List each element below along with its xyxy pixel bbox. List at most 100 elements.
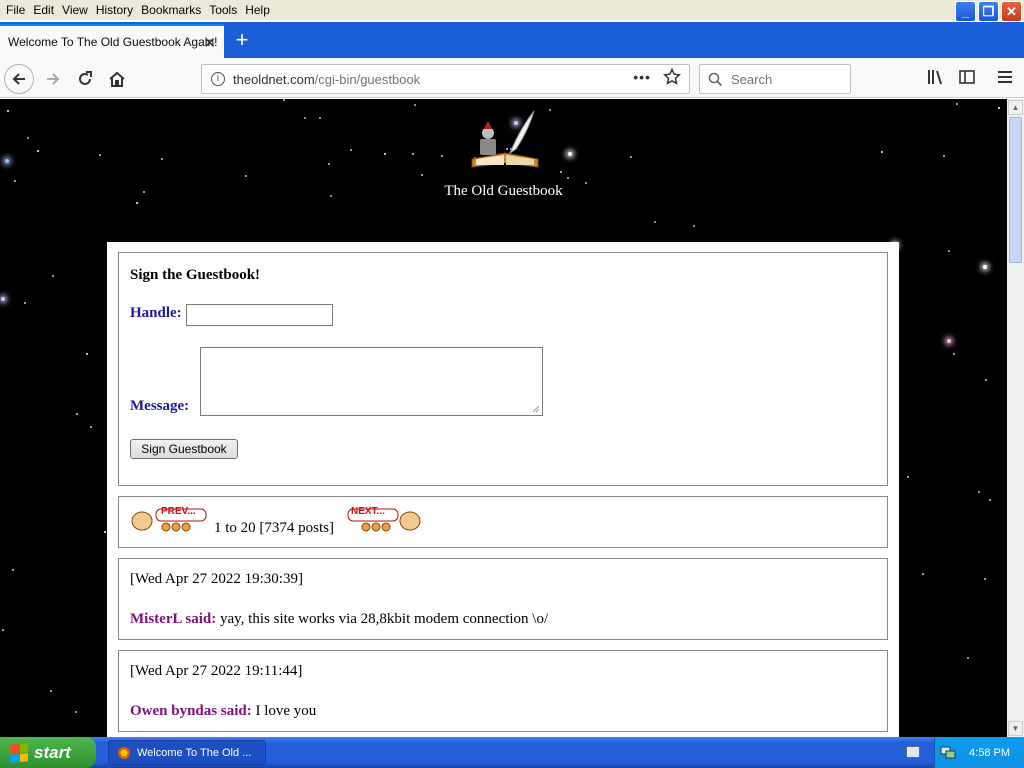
handle-label: Handle:: [130, 305, 182, 321]
forward-button[interactable]: [38, 64, 68, 94]
sidebar-icon[interactable]: [958, 68, 976, 86]
scroll-down-icon[interactable]: ▼: [1008, 721, 1023, 736]
firefox-icon: [118, 746, 130, 759]
background-star: [104, 531, 106, 533]
info-icon[interactable]: i: [211, 72, 225, 86]
taskbar-item-firefox[interactable]: Welcome To The Old ...: [108, 740, 266, 765]
new-tab-button[interactable]: +: [230, 27, 254, 52]
post-date: [Wed Apr 27 2022 19:11:44]: [130, 663, 303, 679]
menu-edit[interactable]: Edit: [29, 3, 58, 17]
clock[interactable]: 4:58 PM: [969, 747, 1010, 759]
background-star: [568, 152, 572, 156]
minimize-icon: _: [961, 4, 970, 19]
message-label: Message:: [130, 398, 190, 414]
start-button[interactable]: start: [0, 737, 96, 768]
background-star: [2, 629, 4, 631]
menu-tools[interactable]: Tools: [205, 3, 241, 17]
background-star: [328, 163, 330, 165]
guestbook-quill-icon: [471, 110, 539, 168]
background-star: [75, 711, 77, 713]
address-bar[interactable]: i theoldnet.com/cgi-bin/guestbook •••: [201, 64, 690, 94]
search-input[interactable]: [731, 71, 841, 87]
background-star: [922, 573, 924, 575]
scroll-up-icon[interactable]: ▲: [1008, 100, 1023, 115]
tab-bar: Welcome To The Old Guestbook Again! ✕ +: [0, 22, 1024, 58]
back-button[interactable]: [4, 64, 34, 94]
background-star: [693, 225, 695, 227]
post-body: MisterL said: yay, this site works via 2…: [130, 611, 548, 628]
maximize-icon: ❐: [982, 3, 995, 19]
background-star: [304, 117, 306, 119]
scroll-thumb[interactable]: [1009, 117, 1022, 263]
home-button[interactable]: [102, 64, 132, 94]
background-star: [27, 137, 29, 139]
url-path: /cgi-bin/guestbook: [314, 71, 421, 87]
background-star: [956, 103, 958, 105]
search-bar[interactable]: [699, 64, 851, 94]
post-author: MisterL said:: [130, 611, 217, 627]
network-icon[interactable]: [940, 744, 956, 760]
post-message: yay, this site works via 28,8kbit modem …: [216, 611, 549, 627]
background-star: [90, 426, 92, 428]
background-star: [283, 99, 285, 101]
background-star: [136, 202, 138, 204]
page-viewport: The Old Guestbook Sign the Guestbook! Ha…: [0, 99, 1007, 737]
keyboard-icon[interactable]: [906, 746, 920, 758]
background-star: [99, 154, 101, 156]
background-star: [50, 690, 52, 692]
background-star: [630, 156, 632, 158]
menu-history[interactable]: History: [92, 3, 137, 17]
resize-grip-icon[interactable]: [530, 403, 540, 413]
background-star: [984, 578, 986, 580]
prev-label[interactable]: PREV...: [161, 506, 196, 517]
sign-guestbook-button[interactable]: Sign Guestbook: [130, 439, 238, 459]
search-icon: [708, 72, 723, 86]
menu-bookmarks[interactable]: Bookmarks: [137, 3, 205, 17]
next-label[interactable]: NEXT...: [351, 506, 385, 517]
page-actions-icon[interactable]: •••: [633, 69, 651, 85]
maximize-button[interactable]: ❐: [978, 1, 999, 22]
bookmark-star-icon[interactable]: [663, 68, 681, 86]
background-star: [978, 491, 980, 493]
background-star: [943, 155, 945, 157]
background-star: [12, 569, 14, 571]
close-button[interactable]: ✕: [1001, 1, 1022, 22]
tab-title: Welcome To The Old Guestbook Again!: [8, 35, 218, 49]
post-body: Owen byndas said: I love you: [130, 703, 316, 720]
background-star: [14, 180, 16, 182]
guestbook-post: [Wed Apr 27 2022 19:11:44] Owen byndas s…: [118, 650, 888, 732]
hamburger-menu-icon[interactable]: [997, 68, 1013, 86]
background-star: [881, 151, 883, 153]
guestbook-post: [Wed Apr 27 2022 19:30:39] MisterL said:…: [118, 558, 888, 640]
background-star: [947, 339, 951, 343]
background-star: [948, 250, 950, 252]
menu-file[interactable]: File: [2, 3, 29, 17]
background-star: [37, 150, 39, 152]
background-star: [1, 297, 5, 301]
background-star: [7, 110, 9, 112]
menu-bar: File Edit View History Bookmarks Tools H…: [0, 0, 1024, 20]
minimize-button[interactable]: _: [955, 1, 976, 22]
background-star: [441, 155, 443, 157]
tab-close-icon[interactable]: ✕: [203, 34, 216, 52]
tab-guestbook[interactable]: Welcome To The Old Guestbook Again! ✕: [0, 24, 224, 58]
reload-icon: [79, 71, 92, 85]
menu-help[interactable]: Help: [241, 3, 274, 17]
background-star: [245, 175, 247, 177]
background-star: [907, 476, 909, 478]
handle-input[interactable]: [186, 304, 333, 326]
background-star: [76, 413, 78, 415]
menu-view[interactable]: View: [58, 3, 92, 17]
background-star: [384, 153, 386, 155]
sign-form: Sign the Guestbook! Handle: Message: Sig…: [118, 252, 888, 486]
post-date: [Wed Apr 27 2022 19:30:39]: [130, 571, 303, 587]
vertical-scrollbar[interactable]: ▲ ▼: [1007, 99, 1024, 737]
background-star: [319, 117, 321, 119]
form-heading: Sign the Guestbook!: [130, 267, 261, 283]
message-textarea[interactable]: [200, 347, 543, 416]
library-icon[interactable]: [926, 68, 944, 86]
background-star: [654, 221, 656, 223]
reload-button[interactable]: [70, 64, 100, 94]
pager-range: 1 to 20 [7374 posts]: [214, 520, 334, 536]
taskbar: start Welcome To The Old ... 4:58 PM: [0, 737, 1024, 768]
